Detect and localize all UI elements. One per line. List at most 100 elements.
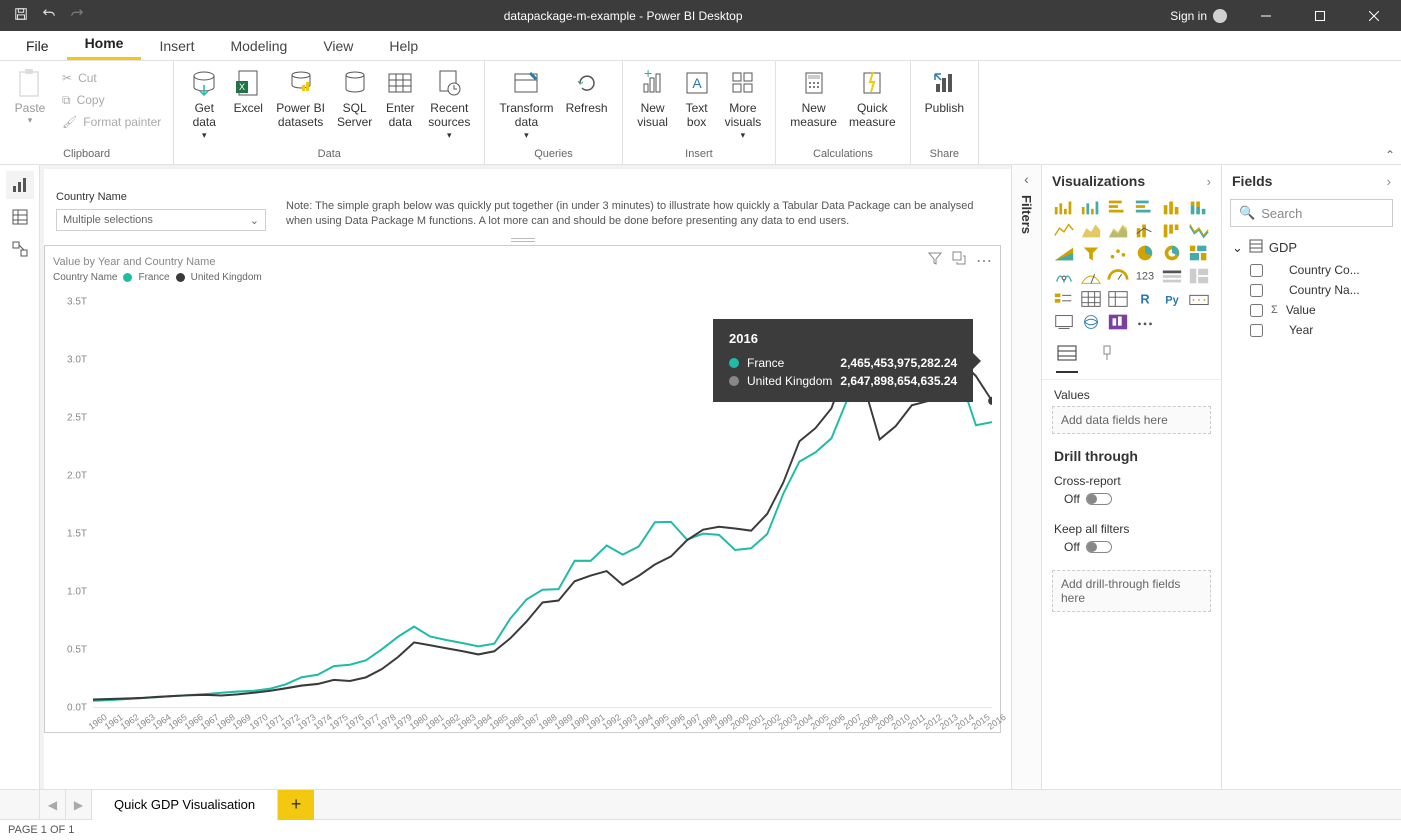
format-painter-button: 🖌Format painter <box>58 111 165 133</box>
recent-sources-button[interactable]: Recent sources▾ <box>422 65 476 143</box>
tab-view[interactable]: View <box>305 32 371 60</box>
viz-type-30[interactable] <box>1052 312 1076 332</box>
viz-type-24[interactable] <box>1052 289 1076 309</box>
viz-type-9[interactable] <box>1133 220 1157 240</box>
redo-icon[interactable] <box>70 7 84 24</box>
viz-type-14[interactable] <box>1106 243 1130 263</box>
excel-button[interactable]: XExcel <box>226 65 270 117</box>
publish-button[interactable]: Publish <box>919 65 970 117</box>
brush-icon: 🖌 <box>62 115 77 129</box>
collapse-viz-icon[interactable]: › <box>1207 174 1211 189</box>
refresh-button[interactable]: Refresh <box>560 65 614 117</box>
tab-home[interactable]: Home <box>67 29 142 60</box>
viz-type-32[interactable] <box>1106 312 1130 332</box>
more-visuals-button[interactable]: More visuals▾ <box>719 65 768 143</box>
visual-handle[interactable] <box>511 238 535 242</box>
viz-type-33[interactable] <box>1133 312 1157 332</box>
viz-type-21[interactable]: 123 <box>1133 266 1157 286</box>
quick-measure-button[interactable]: Quick measure <box>843 65 902 132</box>
viz-type-26[interactable] <box>1106 289 1130 309</box>
viz-type-10[interactable] <box>1160 220 1184 240</box>
page-prev-button[interactable]: ◀ <box>40 790 66 820</box>
field-countryna[interactable]: Country Na... <box>1222 280 1401 300</box>
viz-type-3[interactable] <box>1133 197 1157 217</box>
viz-tab-format[interactable] <box>1096 344 1118 373</box>
field-value[interactable]: ΣValue <box>1222 300 1401 320</box>
drillthrough-well[interactable]: Add drill-through fields here <box>1052 570 1211 612</box>
text-box-button[interactable]: AText box <box>675 65 719 132</box>
values-well[interactable]: Add data fields here <box>1052 406 1211 434</box>
save-icon[interactable] <box>14 7 28 24</box>
report-canvas[interactable]: Country Name Multiple selections ⌄ Note:… <box>44 169 1011 789</box>
table-gdp[interactable]: ⌄ GDP <box>1222 235 1401 260</box>
new-visual-button[interactable]: +New visual <box>631 65 675 132</box>
pbi-datasets-button[interactable]: Power BI datasets <box>270 65 331 132</box>
field-year[interactable]: Year <box>1222 320 1401 340</box>
close-button[interactable] <box>1351 0 1397 31</box>
cross-report-toggle[interactable]: Off <box>1054 492 1209 506</box>
viz-type-13[interactable] <box>1079 243 1103 263</box>
viz-type-12[interactable] <box>1052 243 1076 263</box>
more-icon[interactable]: ⋯ <box>976 251 992 271</box>
viz-type-1[interactable] <box>1079 197 1103 217</box>
new-visual-icon: + <box>637 67 669 99</box>
tab-insert[interactable]: Insert <box>141 32 212 60</box>
viz-type-8[interactable] <box>1106 220 1130 240</box>
slicer-dropdown[interactable]: Multiple selections ⌄ <box>56 209 266 231</box>
keep-filters-toggle[interactable]: Off <box>1054 540 1209 554</box>
window-title: datapackage-m-example - Power BI Desktop <box>84 9 1162 23</box>
viz-type-23[interactable] <box>1187 266 1211 286</box>
expand-filters-icon[interactable]: ‹ <box>1024 171 1029 187</box>
viz-type-28[interactable]: Py <box>1160 289 1184 309</box>
viz-type-7[interactable] <box>1079 220 1103 240</box>
status-bar: PAGE 1 OF 1 <box>0 819 1401 840</box>
page-tab-1[interactable]: Quick GDP Visualisation <box>92 790 278 820</box>
viz-type-0[interactable] <box>1052 197 1076 217</box>
viz-type-29[interactable] <box>1187 289 1211 309</box>
viz-type-18[interactable] <box>1052 266 1076 286</box>
enter-data-icon <box>384 67 416 99</box>
viz-type-6[interactable] <box>1052 220 1076 240</box>
viz-type-31[interactable] <box>1079 312 1103 332</box>
tab-help[interactable]: Help <box>371 32 436 60</box>
transform-data-button[interactable]: Transform data▾ <box>493 65 559 143</box>
viz-type-4[interactable] <box>1160 197 1184 217</box>
add-page-button[interactable]: + <box>278 790 314 820</box>
fields-search[interactable]: 🔍 Search <box>1230 199 1393 227</box>
sql-server-button[interactable]: SQL Server <box>331 65 378 132</box>
viz-type-27[interactable]: R <box>1133 289 1157 309</box>
model-view-button[interactable] <box>6 235 34 263</box>
page-next-button[interactable]: ▶ <box>66 790 92 820</box>
line-chart-visual[interactable]: ⋯ Value by Year and Country Name Country… <box>44 245 1001 733</box>
viz-type-15[interactable] <box>1133 243 1157 263</box>
get-data-button[interactable]: Get data▾ <box>182 65 226 143</box>
undo-icon[interactable] <box>42 7 56 24</box>
report-view-button[interactable] <box>6 171 34 199</box>
data-view-button[interactable] <box>6 203 34 231</box>
viz-type-19[interactable] <box>1079 266 1103 286</box>
maximize-button[interactable] <box>1297 0 1343 31</box>
viz-type-25[interactable] <box>1079 289 1103 309</box>
viz-tab-fields[interactable] <box>1056 344 1078 373</box>
slicer-country[interactable]: Country Name Multiple selections ⌄ <box>56 191 266 231</box>
viz-type-2[interactable] <box>1106 197 1130 217</box>
minimize-button[interactable] <box>1243 0 1289 31</box>
focus-icon[interactable] <box>952 251 966 271</box>
collapse-ribbon-icon[interactable]: ⌃ <box>1385 148 1395 162</box>
signin-button[interactable]: Sign in <box>1162 9 1235 23</box>
viz-type-17[interactable] <box>1187 243 1211 263</box>
filter-icon[interactable] <box>928 251 942 271</box>
viz-type-16[interactable] <box>1160 243 1184 263</box>
enter-data-button[interactable]: Enter data <box>378 65 422 132</box>
viz-type-5[interactable] <box>1187 197 1211 217</box>
tab-file[interactable]: File <box>8 32 67 60</box>
tab-modeling[interactable]: Modeling <box>212 32 305 60</box>
chart-tooltip: 2016 France 2,465,453,975,282.24 United … <box>713 319 973 402</box>
viz-type-20[interactable] <box>1106 266 1130 286</box>
collapse-fields-icon[interactable]: › <box>1387 174 1391 189</box>
filters-label[interactable]: Filters <box>1019 195 1034 234</box>
viz-type-22[interactable] <box>1160 266 1184 286</box>
field-countryco[interactable]: Country Co... <box>1222 260 1401 280</box>
new-measure-button[interactable]: New measure <box>784 65 843 132</box>
viz-type-11[interactable] <box>1187 220 1211 240</box>
